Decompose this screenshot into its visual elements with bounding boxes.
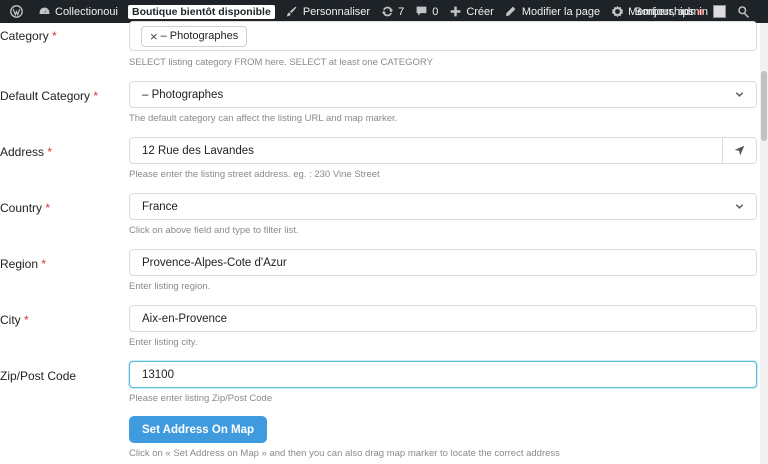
chip-remove-icon[interactable]: ×: [150, 29, 158, 44]
required-marker: *: [93, 89, 99, 103]
page-scrollbar[interactable]: [760, 23, 768, 464]
zip-label: Zip/Post Code: [0, 369, 77, 383]
default-category-label: Default Category *: [0, 89, 99, 103]
listing-form: Category * × – Photographes SELECT listi…: [0, 21, 760, 464]
country-value: France: [142, 200, 178, 213]
scrollbar-thumb[interactable]: [761, 71, 767, 141]
zip-input[interactable]: 13100: [129, 361, 757, 388]
set-address-help: Click on « Set Address on Map » and then…: [129, 448, 560, 459]
customize-menu[interactable]: Personnaliser: [280, 0, 375, 23]
memberships-icon: [610, 5, 624, 19]
default-category-help: The default category can affect the list…: [129, 113, 398, 124]
category-label: Category *: [0, 29, 57, 43]
admin-bar: Collectionoui Boutique bientôt disponibl…: [0, 0, 768, 23]
avatar: [713, 5, 726, 18]
search-menu[interactable]: [731, 0, 768, 23]
brush-icon: [285, 5, 299, 19]
category-help: SELECT listing category FROM here. SELEC…: [129, 57, 433, 68]
location-arrow-icon: [734, 145, 745, 156]
address-value: 12 Rue des Lavandes: [142, 144, 254, 157]
search-icon: [736, 5, 750, 19]
maintenance-badge-item[interactable]: Boutique bientôt disponible: [123, 0, 280, 23]
required-marker: *: [47, 145, 53, 159]
updates-count: 7: [398, 5, 405, 18]
set-address-on-map-button[interactable]: Set Address On Map: [129, 416, 268, 443]
default-category-value: – Photographes: [142, 88, 224, 101]
required-marker: *: [41, 257, 47, 271]
edit-page-label: Modifier la page: [521, 5, 601, 18]
updates-menu[interactable]: 7: [375, 0, 409, 23]
address-help: Please enter the listing street address.…: [129, 169, 380, 180]
city-value: Aix-en-Provence: [142, 312, 228, 325]
new-content-label: Créer: [466, 5, 494, 18]
address-label: Address *: [0, 145, 53, 159]
locate-button[interactable]: [722, 138, 756, 163]
site-name: Collectionoui: [55, 5, 118, 18]
chevron-down-icon: [735, 202, 744, 211]
my-account-menu[interactable]: Bonjour, admin: [630, 0, 731, 23]
refresh-icon: [380, 5, 394, 19]
category-select[interactable]: × – Photographes: [129, 21, 757, 51]
region-input[interactable]: Provence-Alpes-Cote d'Azur: [129, 249, 757, 276]
country-select[interactable]: France: [129, 193, 757, 220]
city-label: City *: [0, 313, 29, 327]
country-label: Country *: [0, 201, 51, 215]
wordpress-logo-menu[interactable]: [4, 0, 32, 23]
zip-help: Please enter listing Zip/Post Code: [129, 393, 273, 404]
site-name-menu[interactable]: Collectionoui: [32, 0, 123, 23]
edit-page-menu[interactable]: Modifier la page: [499, 0, 605, 23]
plus-icon: [448, 5, 462, 19]
city-help: Enter listing city.: [129, 337, 198, 348]
dashboard-icon: [37, 5, 51, 19]
customize-label: Personnaliser: [302, 5, 371, 18]
comments-menu[interactable]: 0: [409, 0, 443, 23]
address-input[interactable]: 12 Rue des Lavandes: [129, 137, 757, 164]
new-content-menu[interactable]: Créer: [443, 0, 499, 23]
region-help: Enter listing region.: [129, 281, 211, 292]
wordpress-icon: [9, 5, 23, 19]
default-category-select[interactable]: – Photographes: [129, 81, 757, 108]
city-input[interactable]: Aix-en-Provence: [129, 305, 757, 332]
required-marker: *: [45, 201, 51, 215]
region-value: Provence-Alpes-Cote d'Azur: [142, 256, 287, 269]
pencil-icon: [504, 5, 518, 19]
category-chip-label: – Photographes: [160, 30, 239, 42]
maintenance-badge: Boutique bientôt disponible: [127, 4, 275, 19]
comments-count: 0: [432, 5, 439, 18]
region-label: Region *: [0, 257, 47, 271]
chevron-down-icon: [735, 90, 744, 99]
required-marker: *: [52, 29, 57, 43]
greeting: Bonjour, admin: [634, 5, 708, 18]
country-help: Click on above field and type to filter …: [129, 225, 299, 236]
category-chip: × – Photographes: [141, 25, 248, 47]
comment-icon: [414, 5, 428, 19]
required-marker: *: [24, 313, 29, 327]
zip-value: 13100: [142, 368, 174, 381]
